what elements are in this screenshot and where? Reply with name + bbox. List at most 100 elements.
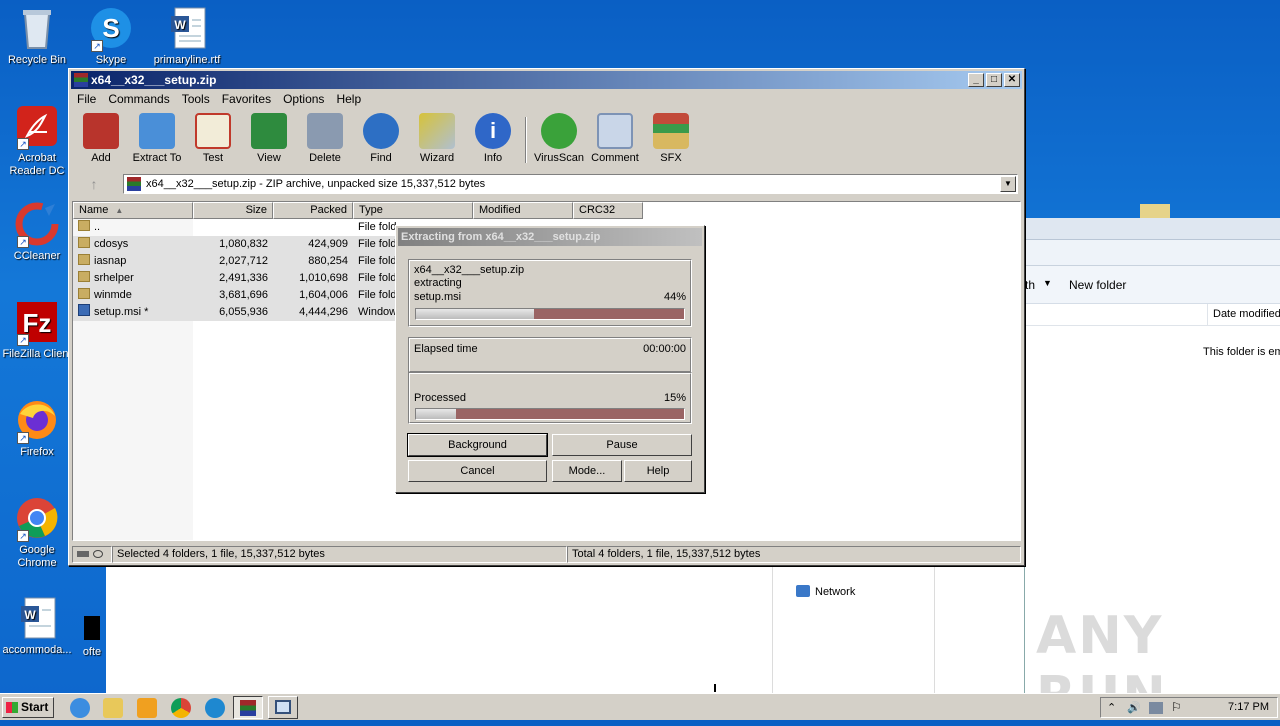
cell-name: cdosys [73,236,193,253]
comment-button[interactable]: Comment [587,111,643,169]
toolbar: Add Extract To Test View Delete Find Wiz… [73,111,1020,169]
col-packed[interactable]: Packed [273,202,353,219]
desktop-icon-acrobat[interactable]: ↗ Acrobat Reader DC [0,104,74,178]
menu-tools[interactable]: Tools [176,90,216,108]
desktop-icon-ccleaner[interactable]: ↗ CCleaner [0,202,74,263]
volume-icon[interactable]: 🔊 [1127,701,1141,714]
cell-text: .. [94,221,101,233]
extract-to-button[interactable]: Extract To [129,111,185,169]
delete-button[interactable]: Delete [297,111,353,169]
view-button[interactable]: View [241,111,297,169]
desktop-icon-ofte[interactable]: ofte [72,612,112,659]
chrome-icon[interactable] [171,698,191,718]
menu-favorites[interactable]: Favorites [216,90,277,108]
wizard-button[interactable]: Wizard [409,111,465,169]
tray-expand-icon[interactable]: ⌃ [1107,701,1116,714]
ie-icon[interactable] [70,698,90,718]
close-button[interactable]: ✕ [1004,73,1020,87]
svg-text:W: W [24,608,36,622]
start-button[interactable]: Start [2,697,54,718]
menu-options[interactable]: Options [277,90,330,108]
up-arrow-icon[interactable]: ↑ [79,175,109,193]
chevron-down-icon[interactable]: ▼ [1000,176,1016,192]
menu-bar: File Commands Tools Favorites Options He… [71,90,367,108]
menu-commands[interactable]: Commands [102,90,175,108]
help-button[interactable]: Help [624,460,692,482]
desktop-icon-chrome[interactable]: ↗ Google Chrome [0,496,74,570]
start-label: Start [21,700,49,714]
cell-text: setup.msi * [94,306,149,318]
col-modified[interactable]: Modified [473,202,573,219]
flag-icon[interactable]: ⚐ [1171,700,1182,714]
comment-icon [597,113,633,149]
msi-file-icon [78,304,90,316]
col-size[interactable]: Size [193,202,273,219]
find-button[interactable]: Find [353,111,409,169]
add-button[interactable]: Add [73,111,129,169]
path-combobox[interactable]: x64__x32___setup.zip - ZIP archive, unpa… [123,174,1018,194]
folder-icon [78,220,90,231]
cell-name: srhelper [73,270,193,287]
desktop-icon-filezilla[interactable]: Fz ↗ FileZilla Client [0,300,74,361]
taskbar: Start ⌃ 🔊 ⚐ 7:17 PM [0,693,1280,720]
folder-icon [78,237,90,248]
explorer-titlebar [1025,218,1280,240]
acrobat-icon: ↗ [15,104,59,150]
remote-icon [275,700,291,714]
folder-icon [78,271,90,282]
share-with-menu[interactable]: th [1025,278,1035,292]
info-button[interactable]: i Info [465,111,521,169]
col-crc32[interactable]: CRC32 [573,202,643,219]
clock[interactable]: 7:17 PM [1228,701,1269,713]
network-icon [796,585,810,597]
dialog-title[interactable]: Extracting from x64__x32___setup.zip [398,228,702,246]
view-book-icon [251,113,287,149]
col-name[interactable]: Name ▲ [73,202,193,219]
status-bar: Selected 4 folders, 1 file, 15,337,512 b… [72,546,1021,563]
archive-name: x64__x32___setup.zip [414,264,525,276]
edge-icon[interactable] [205,698,225,718]
path-bar: ↑ x64__x32___setup.zip - ZIP archive, un… [75,173,1020,195]
status-selected: Selected 4 folders, 1 file, 15,337,512 b… [112,546,567,563]
media-player-icon[interactable] [137,698,157,718]
cell-text: Window [358,306,398,318]
desktop-icon-label: FileZilla Client [2,348,72,360]
pause-button[interactable]: Pause [552,434,692,456]
mode-button[interactable]: Mode... [552,460,622,482]
virusscan-button[interactable]: VirusScan [531,111,587,169]
background-button[interactable]: Background [407,433,548,457]
col-type[interactable]: Type [353,202,473,219]
folder-icon [78,254,90,265]
cancel-button[interactable]: Cancel [408,460,547,482]
col-name-label: Name [79,204,109,216]
maximize-button[interactable]: □ [986,73,1002,87]
new-folder-button[interactable]: New folder [1069,278,1126,292]
menu-help[interactable]: Help [330,90,367,108]
svg-text:S: S [102,13,119,43]
date-modified-header[interactable]: Date modified [1207,304,1280,326]
nav-item-network[interactable]: Network [796,585,855,598]
winrar-taskbar-button[interactable] [233,696,263,719]
desktop-icon-label: Recycle Bin [7,54,67,66]
desktop-icon-skype[interactable]: S ↗ Skype [74,6,148,67]
remote-taskbar-button[interactable] [268,696,298,719]
cell-text: srhelper [94,272,134,284]
network-tray-icon[interactable] [1149,702,1163,714]
sfx-button[interactable]: SFX [643,111,699,169]
chevron-down-icon: ▼ [1043,278,1052,288]
folder-icon [1140,204,1170,218]
minimize-button[interactable]: _ [968,73,984,87]
desktop-icon-accommoda[interactable]: W accommoda... [0,596,74,657]
winrar-titlebar[interactable]: x64__x32___setup.zip _ □ ✕ [71,71,1022,89]
desktop-icon-firefox[interactable]: ↗ Firefox [0,398,74,459]
divider [934,566,935,693]
test-button[interactable]: Test [185,111,241,169]
firefox-icon: ↗ [15,398,59,444]
action-text: extracting [414,277,462,289]
explorer-icon[interactable] [103,698,123,718]
desktop-icon-label: Firefox [20,446,54,458]
menu-file[interactable]: File [71,90,102,108]
desktop-icon-recycle-bin[interactable]: Recycle Bin [0,6,74,67]
cell-packed: 1,010,698 [273,270,353,287]
desktop-icon-primaryline[interactable]: W primaryline.rtf [150,6,224,67]
